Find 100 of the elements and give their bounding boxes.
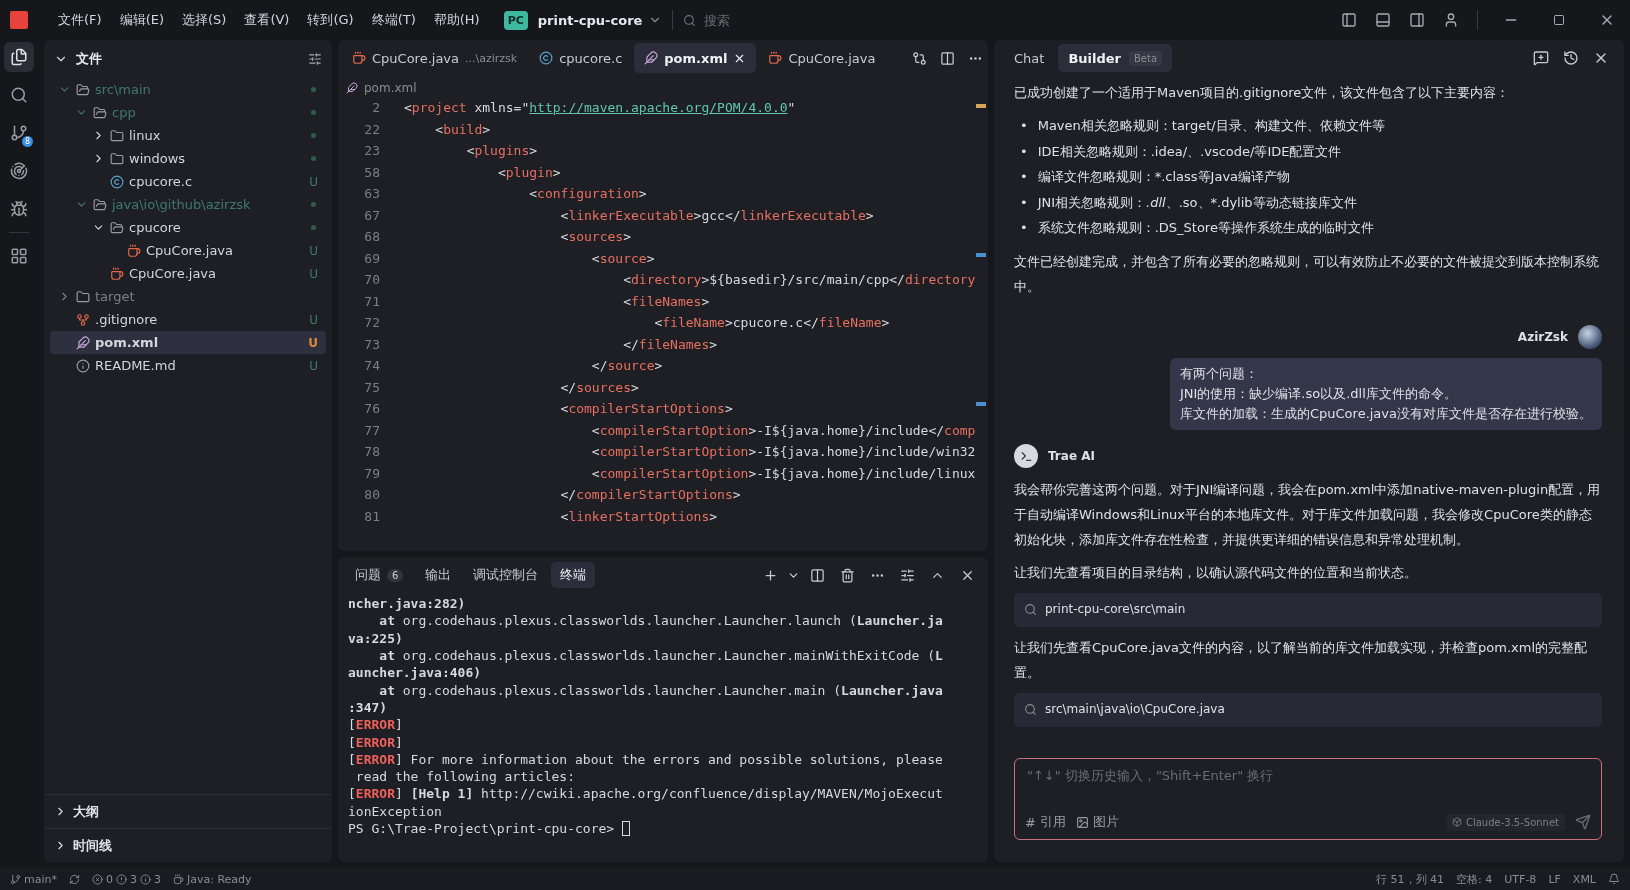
- cursor-position[interactable]: 行 51，列 41: [1376, 871, 1445, 887]
- bell-icon[interactable]: [1608, 873, 1620, 885]
- menu-item[interactable]: 编辑(E): [111, 7, 172, 33]
- section-header[interactable]: 时间线: [44, 828, 332, 862]
- message-line: 有两个问题：: [1179, 364, 1259, 383]
- line-number: 23: [363, 143, 380, 160]
- info-icon: [76, 358, 90, 373]
- section-header[interactable]: 大纲: [44, 794, 332, 828]
- tree-item[interactable]: windows: [50, 147, 326, 170]
- tree-item[interactable]: CpuCore.java U: [50, 239, 326, 262]
- bullet-item: IDE相关忽略规则：.idea/、.vscode/等IDE配置文件: [1037, 142, 1342, 161]
- line-ending[interactable]: LF: [1548, 872, 1561, 886]
- editor-tab[interactable]: CpuCore.java: [758, 43, 886, 73]
- assistant-icon: [1014, 444, 1038, 468]
- code-line: <plugin>: [496, 164, 561, 182]
- message-text: 已成功创建了一个适用于Maven项目的.gitignore文件，该文件包含了以下主要内容：: [1014, 84, 1511, 102]
- tree-item[interactable]: CpuCore.java U: [50, 262, 326, 285]
- menu-item[interactable]: 帮助(H): [425, 7, 488, 33]
- image-icon: [1075, 815, 1089, 829]
- terminal-line: [ERROR] For more information about the errors and possible solutions, please: [348, 750, 944, 768]
- panel-tab[interactable]: 终端: [551, 562, 596, 588]
- editor-tab[interactable]: pom.xml: [634, 43, 757, 73]
- send-icon[interactable]: [1575, 814, 1591, 830]
- line-number: 79: [363, 465, 380, 483]
- project-name[interactable]: print-cpu-core: [537, 12, 643, 28]
- project-badge: PC: [503, 10, 528, 30]
- warning-icon: [116, 873, 127, 885]
- line-number: 68: [363, 229, 380, 246]
- activity-button[interactable]: [4, 42, 34, 72]
- author-name: Trae AI: [1048, 447, 1095, 465]
- cup-icon: [768, 51, 783, 65]
- java-status[interactable]: Java: Ready: [173, 872, 252, 886]
- menu-item[interactable]: 终端(T): [363, 7, 424, 33]
- encoding[interactable]: UTF-8: [1504, 872, 1537, 886]
- chat-input[interactable]: "↑↓" 切换历史输入，"Shift+Enter" 换行 # 引用 图片 Claude-3.5-Sonnet: [1014, 758, 1602, 840]
- tree-item[interactable]: target: [50, 285, 326, 308]
- radar-icon: [10, 162, 28, 180]
- tool-result[interactable]: print-cpu-core\src\main: [1014, 592, 1602, 627]
- terminal-line: va:225): [348, 629, 404, 647]
- branch-icon: [10, 873, 21, 885]
- image-button[interactable]: 图片: [1075, 813, 1119, 831]
- bullet-item: 编译文件忽略规则：*.class等Java编译产物: [1037, 168, 1291, 186]
- feather-icon: [76, 335, 90, 350]
- bullet-marker: •: [1020, 168, 1028, 186]
- bullet-item: Maven相关忽略规则：target/目录、构建文件、依赖文件等: [1037, 117, 1385, 135]
- tree-item[interactable]: .gitignore U: [50, 308, 326, 331]
- panel-tab[interactable]: 问题 6: [346, 562, 413, 588]
- menu-item[interactable]: 文件(F): [50, 7, 110, 33]
- code-line: <fileNames>: [622, 293, 710, 311]
- code-line: <source>: [590, 250, 655, 268]
- branch-indicator[interactable]: main*: [10, 872, 57, 886]
- language-mode[interactable]: XML: [1572, 872, 1596, 886]
- terminal-line: auncher.java:406): [348, 664, 483, 682]
- terminal-line: read the following articles:: [354, 768, 576, 786]
- editor-tab[interactable]: cpucore.c: [529, 43, 633, 73]
- cup-icon: [173, 873, 184, 885]
- cup-icon: [352, 51, 366, 65]
- code-line: </fileNames>: [622, 336, 718, 354]
- code-line: <plugins>: [465, 143, 538, 160]
- chat-tab[interactable]: Builder Beta: [1058, 44, 1173, 72]
- tab-path: ...\azirzsk: [465, 51, 518, 65]
- menu-item[interactable]: 查看(V): [236, 7, 298, 33]
- code-line: <compilerStartOption>-I${java.home}/include/win32: [590, 444, 976, 461]
- reference-button[interactable]: # 引用: [1025, 813, 1066, 831]
- menu-item[interactable]: 转到(G): [299, 7, 362, 33]
- terminal-line: PS G:\Trae-Project\print-cpu-core>: [348, 819, 978, 838]
- filter-icon[interactable]: [308, 52, 322, 66]
- code-line: </source>: [590, 358, 663, 375]
- sync-icon[interactable]: [69, 873, 80, 885]
- bug-icon: [10, 200, 28, 218]
- indent-setting[interactable]: 空格: 4: [1456, 871, 1493, 887]
- tree-item[interactable]: pom.xml U: [50, 331, 326, 354]
- sidebar-title: 文件: [76, 50, 102, 68]
- line-number: 71: [363, 293, 380, 311]
- tree-item[interactable]: cpucore.c U: [50, 170, 326, 193]
- message-text: 让我们先查看CpuCore.java文件的内容，以了解当前的库文件加载实现，并检查pom.xml的完整配置。: [1014, 638, 1588, 682]
- breadcrumb[interactable]: pom.xml: [364, 81, 417, 95]
- tool-result[interactable]: src\main\java\io\CpuCore.java: [1014, 692, 1602, 727]
- message-text: 文件已经创建完成，并包含了所有必要的忽略规则，可以有效防止不必要的文件被提交到版本控制系统中。: [1014, 252, 1600, 296]
- git-icon: [76, 312, 90, 327]
- extensions-icon: [10, 247, 28, 265]
- app-logo: [10, 11, 28, 29]
- chat-tab[interactable]: Chat: [1004, 44, 1055, 72]
- editor-tab[interactable]: CpuCore.java ...\azirzsk: [342, 43, 528, 73]
- bullet-item: JNI相关忽略规则：.dll、.so、*.dylib等动态链接库文件: [1037, 193, 1357, 212]
- model-selector[interactable]: Claude-3.5-Sonnet: [1445, 813, 1565, 831]
- panel-tab[interactable]: 输出: [416, 562, 461, 588]
- panel-tab[interactable]: 调试控制台: [464, 562, 548, 588]
- search-field[interactable]: 搜索: [702, 11, 853, 29]
- source-control-icon: [10, 124, 28, 142]
- tree-item[interactable]: README.md U: [50, 354, 326, 377]
- line-number: 76: [363, 401, 380, 418]
- problems-indicator[interactable]: 0 3 3: [92, 872, 161, 886]
- search-icon: [10, 86, 28, 104]
- menu-item[interactable]: 选择(S): [174, 7, 235, 33]
- tree-item[interactable]: linux: [50, 124, 326, 147]
- tree-item[interactable]: cpucore: [50, 216, 326, 239]
- maximize-icon[interactable]: [1553, 14, 1565, 26]
- line-number: 78: [363, 444, 380, 461]
- code-line: </compilerStartOptions>: [559, 487, 741, 504]
